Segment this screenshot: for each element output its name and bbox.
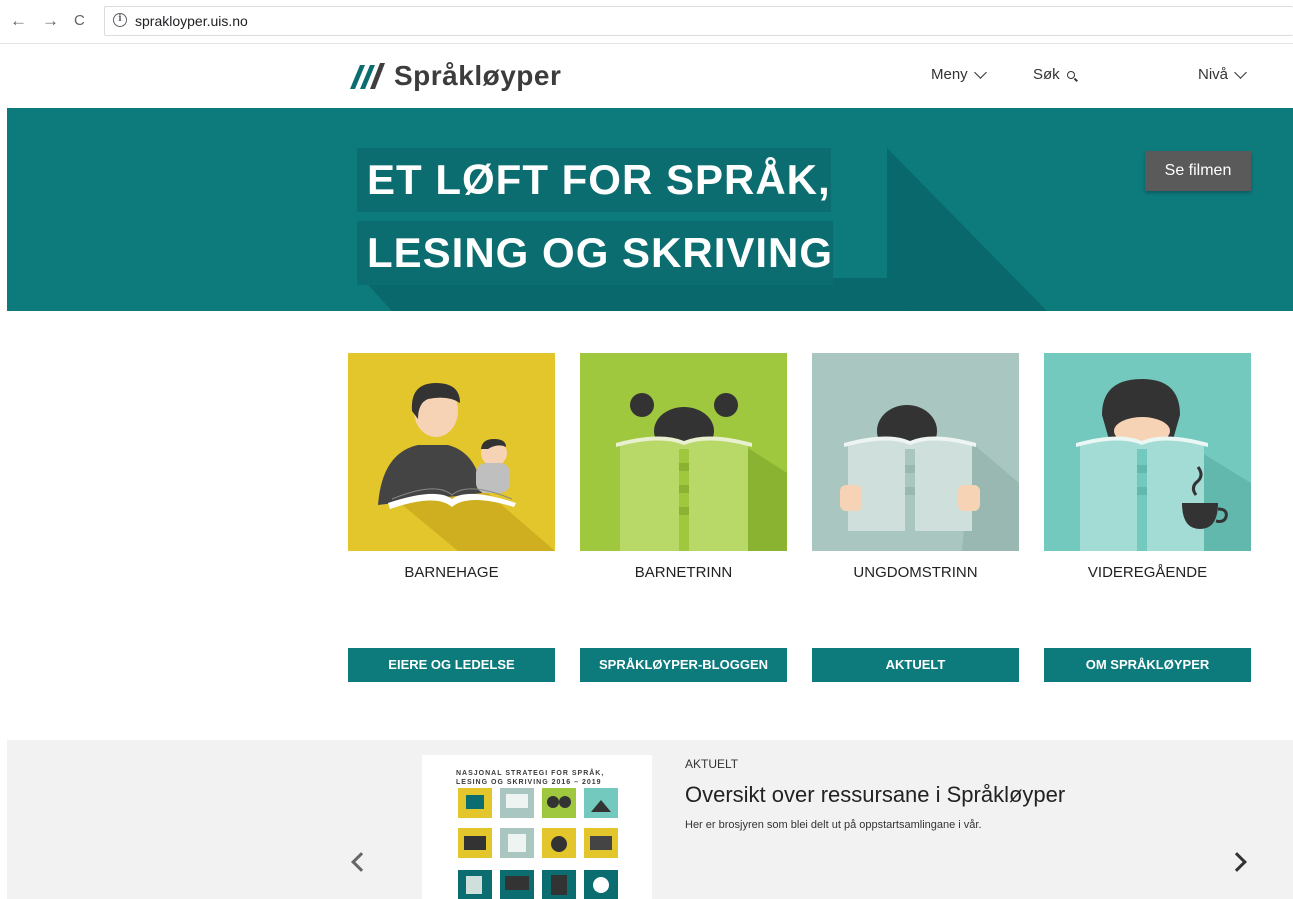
poster-icon-grid [458, 788, 618, 899]
tile-label-videregaende[interactable]: VIDEREGÅENDE [1044, 564, 1251, 581]
news-kicker: AKTUELT [685, 757, 739, 771]
nav-search[interactable]: Søk [1033, 66, 1075, 83]
url-text: sprakloyper.uis.no [135, 13, 248, 29]
chevron-down-icon [1234, 65, 1247, 79]
nav-level-label: Nivå [1198, 66, 1229, 83]
nav-menu[interactable]: Meny [931, 65, 987, 83]
address-bar[interactable]: i sprakloyper.uis.no [104, 6, 1293, 36]
news-title-link[interactable]: Oversikt over ressursane i Språkløyper [685, 782, 1065, 808]
reload-button[interactable]: C [74, 11, 85, 31]
carousel-prev-icon[interactable] [351, 852, 371, 872]
carousel-next-icon[interactable] [1227, 852, 1247, 872]
poster-title: NASJONAL STRATEGI FOR SPRÅK, LESING OG S… [456, 770, 605, 786]
news-button[interactable]: AKTUELT [812, 648, 1019, 682]
search-icon [1066, 70, 1075, 79]
news-summary: Her er brosjyren som blei delt ut på opp… [685, 819, 982, 831]
hero-banner: ET LØFT FOR SPRÅK, LESING OG SKRIVING Se… [7, 108, 1293, 311]
back-button[interactable]: ← [10, 11, 27, 31]
info-icon[interactable]: i [113, 13, 127, 27]
tile-barnehage[interactable] [348, 353, 555, 551]
chevron-down-icon [973, 65, 987, 79]
browser-toolbar: ← → C i sprakloyper.uis.no [0, 0, 1293, 44]
nav-search-label: Søk [1033, 66, 1060, 83]
tile-label-barnehage[interactable]: BARNEHAGE [348, 564, 555, 581]
logo-mark-icon [350, 63, 385, 89]
forward-button[interactable]: → [42, 11, 59, 31]
student-reading-with-coffee-icon [1044, 353, 1251, 551]
tile-barnetrinn[interactable] [580, 353, 787, 551]
owners-leadership-button[interactable]: EIERE OG LEDELSE [348, 648, 555, 682]
adult-reading-with-child-icon [348, 353, 555, 551]
tile-videregaende[interactable] [1044, 353, 1251, 551]
strategy-poster-image[interactable]: NASJONAL STRATEGI FOR SPRÅK, LESING OG S… [422, 755, 652, 899]
about-button[interactable]: OM SPRÅKLØYPER [1044, 648, 1251, 682]
blog-button[interactable]: SPRÅKLØYPER-BLOGGEN [580, 648, 787, 682]
child-reading-book-icon [580, 353, 787, 551]
nav-menu-label: Meny [931, 66, 968, 83]
teen-reading-book-icon [812, 353, 1019, 551]
hero-headline-line2: LESING OG SKRIVING [357, 221, 834, 285]
news-carousel: NASJONAL STRATEGI FOR SPRÅK, LESING OG S… [7, 740, 1293, 899]
tile-label-barnetrinn[interactable]: BARNETRINN [580, 564, 787, 581]
site-logo[interactable]: Språkløyper [348, 58, 561, 94]
tile-ungdomstrinn[interactable] [812, 353, 1019, 551]
tile-label-ungdomstrinn[interactable]: UNGDOMSTRINN [812, 564, 1019, 581]
hero-headline-line1: ET LØFT FOR SPRÅK, [357, 148, 831, 212]
logo-text: Språkløyper [394, 60, 562, 91]
watch-film-button[interactable]: Se filmen [1145, 151, 1251, 191]
nav-level[interactable]: Nivå [1198, 65, 1247, 83]
